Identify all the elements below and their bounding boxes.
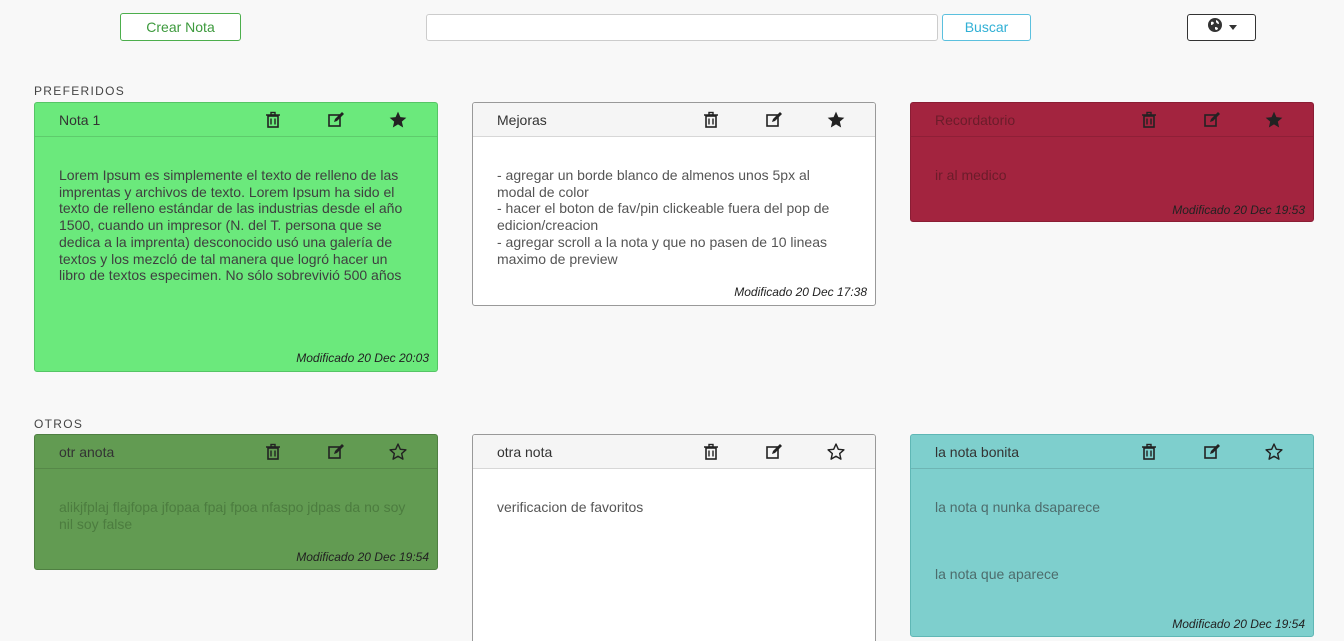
note-text: Lorem Ipsum es simplemente el texto de r… (59, 167, 403, 284)
trash-icon[interactable] (263, 442, 283, 462)
star-filled-icon[interactable] (1264, 110, 1284, 130)
edit-icon[interactable] (326, 110, 346, 130)
note-modified: Modificado 20 Dec 19:53 (1172, 203, 1305, 217)
star-filled-icon[interactable] (388, 110, 408, 130)
trash-icon[interactable] (1139, 110, 1159, 130)
note-body: verificacion de favoritos (473, 469, 875, 516)
note-text: alikjfplaj flajfopa jfopaa fpaj fpoa nfa… (59, 499, 406, 532)
note-modified: Modificado 20 Dec 17:38 (734, 285, 867, 299)
note-title: Nota 1 (59, 112, 101, 128)
note-text: verificacion de favoritos (497, 499, 644, 515)
note-header: otra nota (473, 435, 875, 469)
edit-icon[interactable] (764, 442, 784, 462)
trash-icon[interactable] (701, 110, 721, 130)
note-card[interactable]: la nota bonita la nota q nunka dsaparece… (910, 434, 1314, 637)
note-text: - hacer el boton de fav/pin clickeable f… (497, 200, 830, 234)
note-modified: Modificado 20 Dec 19:54 (1172, 617, 1305, 631)
note-card[interactable]: otra nota verificacion de favoritos (472, 434, 876, 641)
note-body: - agregar un borde blanco de almenos uno… (473, 137, 875, 267)
edit-icon[interactable] (326, 442, 346, 462)
edit-icon[interactable] (764, 110, 784, 130)
section-title-favorites: PREFERIDOS (34, 84, 126, 98)
edit-icon[interactable] (1202, 442, 1222, 462)
note-text: - agregar un borde blanco de almenos uno… (497, 167, 810, 200)
note-text: la nota que aparece (935, 565, 1059, 582)
note-card[interactable]: Recordatorio ir al medico Modificado 20 … (910, 102, 1314, 222)
note-title: otr anota (59, 444, 115, 460)
note-title: la nota bonita (935, 444, 1020, 460)
trash-icon[interactable] (701, 442, 721, 462)
section-title-others: OTROS (34, 417, 84, 431)
note-header: Recordatorio (911, 103, 1313, 137)
note-card[interactable]: otr anota alikjfplaj flajfopa jfopaa fpa… (34, 434, 438, 570)
star-filled-icon[interactable] (826, 110, 846, 130)
note-modified: Modificado 20 Dec 20:03 (296, 351, 429, 365)
create-note-button[interactable]: Crear Nota (120, 13, 241, 41)
note-title: Mejoras (497, 112, 547, 128)
note-body: alikjfplaj flajfopa jfopaa fpaj fpoa nfa… (35, 469, 437, 532)
language-dropdown-button[interactable] (1187, 14, 1256, 41)
note-text: - agregar scroll a la nota y que no pase… (497, 233, 827, 267)
edit-icon[interactable] (1202, 110, 1222, 130)
note-body: ir al medico (911, 137, 1313, 184)
note-modified: Modificado 20 Dec 19:54 (296, 550, 429, 564)
note-text: la nota q nunka dsaparece (935, 499, 1101, 515)
star-outline-icon[interactable] (388, 442, 408, 462)
search-button[interactable]: Buscar (942, 14, 1031, 41)
note-text: ir al medico (935, 167, 1007, 183)
trash-icon[interactable] (1139, 442, 1159, 462)
note-header: la nota bonita (911, 435, 1313, 469)
note-card[interactable]: Mejoras - agregar un borde blanco de alm… (472, 102, 876, 306)
note-header: Mejoras (473, 103, 875, 137)
star-outline-icon[interactable] (826, 442, 846, 462)
note-title: otra nota (497, 444, 553, 460)
search-input[interactable] (426, 14, 938, 41)
globe-icon (1207, 17, 1223, 38)
note-card[interactable]: Nota 1 Lorem Ipsum es simplemente el tex… (34, 102, 438, 372)
note-body: la nota q nunka dsaparece la nota que ap… (911, 469, 1313, 582)
chevron-down-icon (1228, 25, 1237, 30)
note-header: Nota 1 (35, 103, 437, 137)
toolbar: Crear Nota Buscar (0, 0, 1344, 60)
note-title: Recordatorio (935, 112, 1016, 128)
note-body: Lorem Ipsum es simplemente el texto de r… (35, 137, 437, 284)
note-header: otr anota (35, 435, 437, 469)
trash-icon[interactable] (263, 110, 283, 130)
star-outline-icon[interactable] (1264, 442, 1284, 462)
